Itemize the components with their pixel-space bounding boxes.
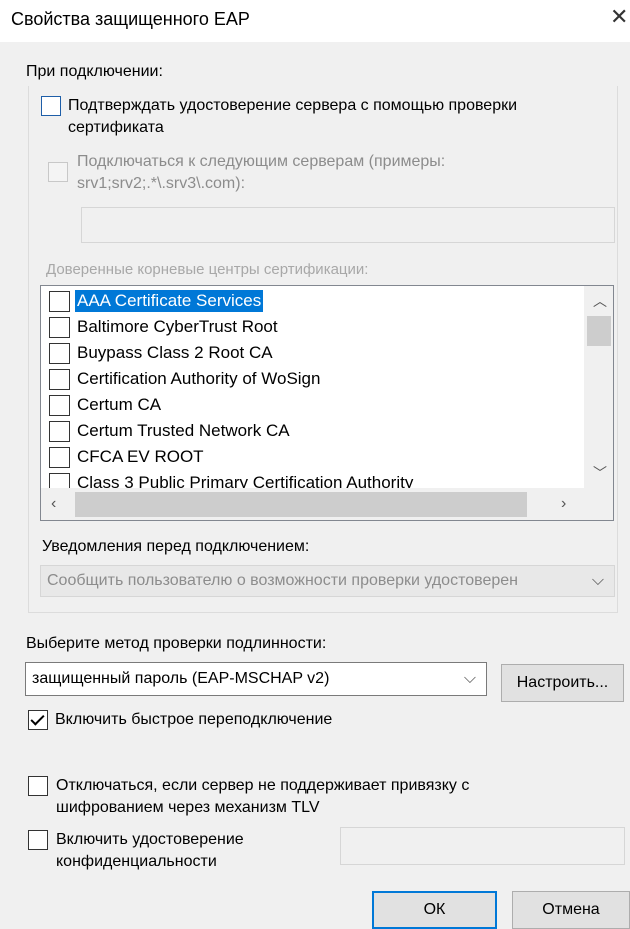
title-bar: Свойства защищенного EAP ✕	[0, 0, 630, 42]
auth-method-value: защищенный пароль (EAP-MSCHAP v2)	[32, 670, 330, 687]
horizontal-scroll-thumb[interactable]	[75, 492, 527, 517]
window-title: Свойства защищенного EAP	[11, 9, 250, 29]
list-item[interactable]: Buypass Class 2 Root CA	[41, 340, 581, 366]
identity-privacy-label-line2: конфиденциальности	[56, 853, 217, 870]
configure-button[interactable]: Настроить...	[501, 664, 624, 702]
verify-cert-checkbox[interactable]	[41, 96, 61, 116]
auth-method-label: Выберите метод проверки подлинности:	[26, 635, 327, 652]
list-item-label: Buypass Class 2 Root CA	[77, 343, 273, 362]
ok-button[interactable]: ОК	[372, 891, 497, 929]
list-item[interactable]: CFCA EV ROOT	[41, 444, 581, 470]
chevron-down-icon: ⌵	[591, 572, 604, 589]
list-item-label: Baltimore CyberTrust Root	[77, 317, 278, 336]
list-item[interactable]: Certification Authority of WoSign	[41, 366, 581, 392]
scroll-right-icon[interactable]: ›	[561, 496, 566, 512]
identity-privacy-checkbox[interactable]	[28, 830, 48, 850]
list-item[interactable]: Certum CA	[41, 392, 581, 418]
list-item-label: Certum Trusted Network CA	[77, 421, 290, 440]
connect-servers-label-line1: Подключаться к следующим серверам (приме…	[77, 153, 446, 170]
list-item-checkbox[interactable]	[49, 317, 70, 338]
scroll-up-icon[interactable]: ︿	[593, 294, 607, 308]
verify-cert-label-line1: Подтверждать удостоверение сервера с пом…	[68, 97, 518, 114]
list-item-label: CFCA EV ROOT	[77, 447, 204, 466]
auth-method-select[interactable]: защищенный пароль (EAP-MSCHAP v2) ⌵	[25, 662, 487, 696]
disconnect-tlv-label-line1: Отключаться, если сервер не поддерживает…	[56, 777, 470, 794]
notifications-select[interactable]: Сообщить пользователю о возможности пров…	[40, 565, 615, 597]
ca-list[interactable]: AAA Certificate Services Baltimore Cyber…	[40, 285, 614, 521]
verify-cert-label-line2: сертификата	[68, 119, 164, 136]
identity-privacy-label-line1: Включить удостоверение	[56, 831, 244, 848]
servers-input[interactable]	[81, 207, 615, 243]
list-item-label: Certum CA	[77, 395, 162, 414]
list-item[interactable]: AAA Certificate Services	[41, 288, 581, 314]
notifications-value: Сообщить пользователю о возможности пров…	[47, 572, 518, 589]
list-item-checkbox[interactable]	[49, 291, 70, 312]
vertical-scroll-thumb[interactable]	[587, 316, 611, 346]
connection-heading: При подключении:	[26, 63, 163, 80]
list-item-checkbox[interactable]	[49, 369, 70, 390]
list-item[interactable]: Baltimore CyberTrust Root	[41, 314, 581, 340]
fast-reconnect-checkbox[interactable]	[28, 710, 48, 730]
connect-servers-checkbox[interactable]	[48, 162, 68, 182]
close-icon[interactable]: ✕	[610, 6, 628, 28]
connect-servers-label-line2: srv1;srv2;.*\.srv3\.com):	[77, 175, 246, 192]
fast-reconnect-label: Включить быстрое переподключение	[55, 711, 333, 728]
list-item-label: Certification Authority of WoSign	[77, 369, 321, 388]
identity-privacy-input[interactable]	[340, 827, 625, 865]
scroll-left-icon[interactable]: ‹	[51, 496, 56, 512]
disconnect-tlv-checkbox[interactable]	[28, 776, 48, 796]
scroll-down-icon[interactable]: ﹀	[593, 466, 607, 480]
list-item-checkbox[interactable]	[49, 395, 70, 416]
vertical-scrollbar[interactable]: ︿ ﹀	[584, 286, 613, 488]
disconnect-tlv-label-line2: шифрованием через механизм TLV	[56, 799, 320, 816]
notifications-label: Уведомления перед подключением:	[42, 538, 310, 555]
cancel-button[interactable]: Отмена	[512, 891, 630, 929]
horizontal-scrollbar[interactable]: ‹ ›	[41, 488, 613, 520]
trusted-ca-label: Доверенные корневые центры сертификации:	[46, 261, 369, 278]
checkmark-icon	[30, 711, 45, 726]
list-item-checkbox[interactable]	[49, 421, 70, 442]
chevron-down-icon: ⌵	[463, 670, 476, 687]
list-item-checkbox[interactable]	[49, 447, 70, 468]
list-item-label: AAA Certificate Services	[75, 290, 264, 312]
list-item-checkbox[interactable]	[49, 343, 70, 364]
list-item[interactable]: Certum Trusted Network CA	[41, 418, 581, 444]
